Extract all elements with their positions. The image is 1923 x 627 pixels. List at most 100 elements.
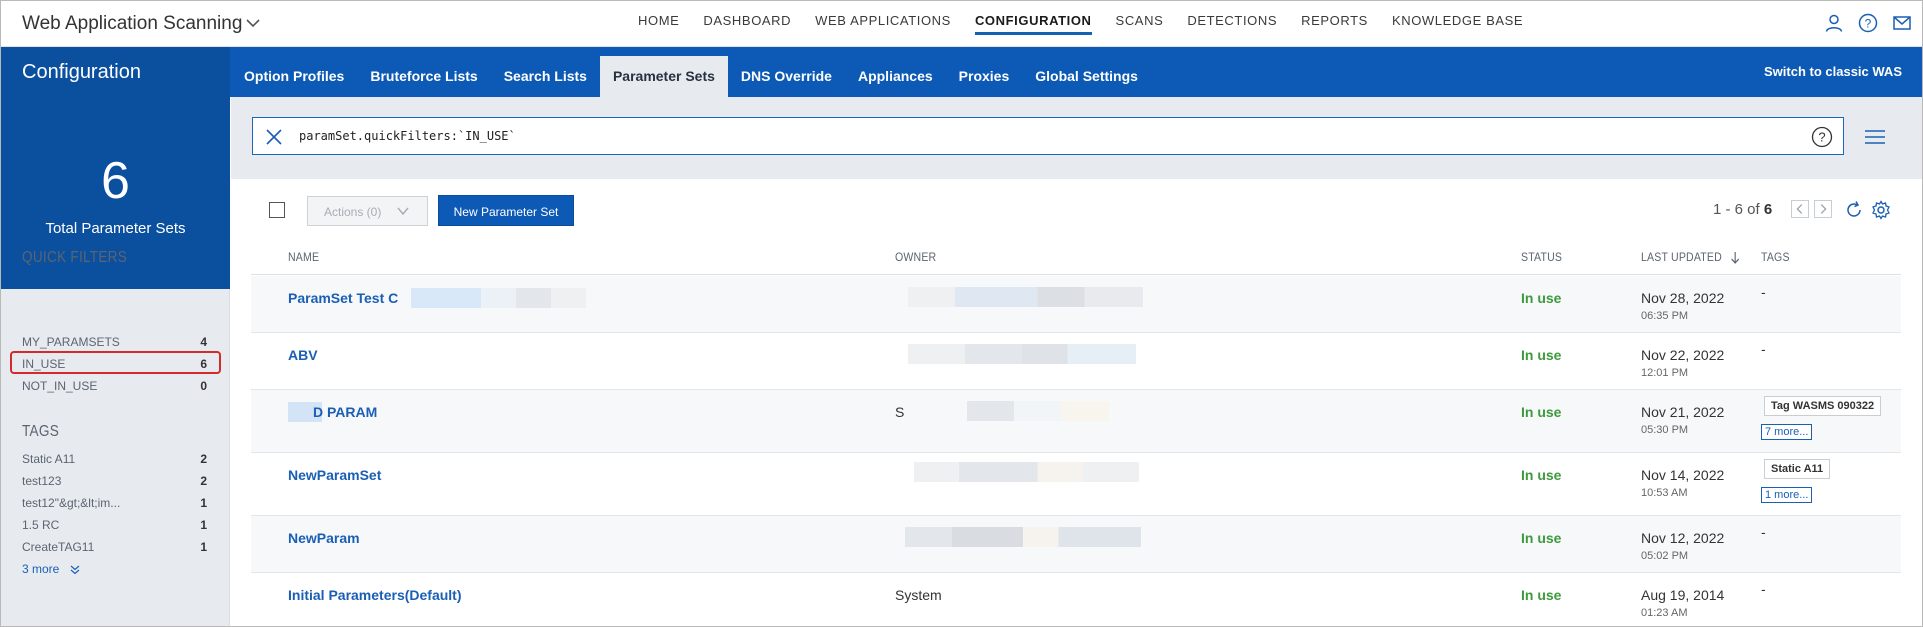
last-updated-time: 12:01 PM <box>1641 367 1689 379</box>
tab-proxies[interactable]: Proxies <box>946 56 1023 97</box>
filter-count: 0 <box>200 379 207 393</box>
tab-search-lists[interactable]: Search Lists <box>491 56 600 97</box>
tab-option-profiles[interactable]: Option Profiles <box>231 56 357 97</box>
nav-home[interactable]: HOME <box>626 1 691 47</box>
column-status[interactable]: STATUS <box>1521 250 1562 264</box>
table-row[interactable]: ParamSet Test C In use Nov 28, 2022 06:3… <box>251 276 1901 333</box>
section-title-area: Configuration <box>1 47 230 97</box>
status-label: In use <box>1521 530 1562 546</box>
selected-filter-highlight <box>10 351 221 374</box>
tag-label: Static A11 <box>22 452 76 466</box>
quick-filters-title: QUICK FILTERS <box>22 249 128 266</box>
nav-scans[interactable]: SCANS <box>1104 1 1176 47</box>
param-set-name-link[interactable]: Initial Parameters(Default) <box>288 587 462 603</box>
svg-text:?: ? <box>1818 130 1825 145</box>
new-parameter-set-button[interactable]: New Parameter Set <box>438 195 574 226</box>
column-tags[interactable]: TAGS <box>1761 250 1790 264</box>
redacted-owner <box>914 462 1139 482</box>
redacted-text <box>411 288 586 308</box>
last-updated-date: Nov 12, 2022 <box>1641 530 1725 546</box>
tab-parameter-sets[interactable]: Parameter Sets <box>599 56 728 97</box>
table-row[interactable]: Initial Parameters(Default) System In us… <box>251 573 1901 626</box>
tab-bruteforce-lists[interactable]: Bruteforce Lists <box>357 56 490 97</box>
nav-configuration[interactable]: CONFIGURATION <box>963 1 1104 47</box>
app-window: Web Application Scanning HOME DASHBOARD … <box>0 0 1923 627</box>
nav-dashboard[interactable]: DASHBOARD <box>691 1 803 47</box>
tab-appliances[interactable]: Appliances <box>845 56 946 97</box>
column-label: LAST UPDATED <box>1641 250 1722 264</box>
pager-total: 6 <box>1763 201 1773 218</box>
settings-gear-icon[interactable] <box>1871 200 1891 220</box>
chevron-down-icon[interactable] <box>245 15 261 31</box>
last-updated-date: Nov 22, 2022 <box>1641 347 1725 363</box>
actions-dropdown[interactable]: Actions (0) <box>307 196 428 226</box>
more-tags-button[interactable]: 1 more... <box>1761 487 1813 503</box>
total-count: 6 <box>101 152 130 210</box>
tag-chip[interactable]: Tag WASMS 090322 <box>1764 396 1882 416</box>
nav-knowledge-base[interactable]: KNOWLEDGE BASE <box>1380 1 1535 47</box>
status-label: In use <box>1521 587 1562 603</box>
more-tags-button[interactable]: 7 more... <box>1761 424 1813 440</box>
tag-filter-item[interactable]: 1.5 RC 1 <box>22 518 207 536</box>
tag-filter-item[interactable]: test123 2 <box>22 474 207 492</box>
owner-name: S <box>895 404 905 420</box>
last-updated-time: 10:53 AM <box>1641 487 1688 499</box>
nav-reports[interactable]: REPORTS <box>1289 1 1380 47</box>
top-bar: Web Application Scanning HOME DASHBOARD … <box>1 1 1922 47</box>
user-icon[interactable] <box>1824 13 1844 33</box>
section-title: Configuration <box>22 61 141 83</box>
param-set-name-link[interactable]: ABV <box>288 347 318 363</box>
tag-chip[interactable]: Static A11 <box>1764 459 1831 479</box>
prev-page-icon[interactable] <box>1791 200 1809 218</box>
tag-filter-item[interactable]: CreateTAG11 1 <box>22 540 207 558</box>
param-set-name-link[interactable]: ParamSet Test C <box>288 290 398 306</box>
last-updated-time: 05:30 PM <box>1641 424 1689 436</box>
pager-prefix: 1 - 6 of <box>1713 201 1760 218</box>
tags-empty: - <box>1761 284 1766 300</box>
table-row[interactable]: ABV In use Nov 22, 2022 12:01 PM - <box>251 333 1901 390</box>
hamburger-menu-icon[interactable] <box>1864 128 1886 146</box>
redacted-owner <box>908 287 1143 307</box>
nav-detections[interactable]: DETECTIONS <box>1175 1 1289 47</box>
next-page-icon[interactable] <box>1814 200 1832 218</box>
tag-filter-item[interactable]: test12"&gt;&lt;im... 1 <box>22 496 207 514</box>
tag-count: 1 <box>200 540 207 554</box>
param-set-name-link[interactable]: NewParam <box>288 530 360 546</box>
tab-dns-override[interactable]: DNS Override <box>728 56 845 97</box>
last-updated-time: 01:23 AM <box>1641 607 1688 619</box>
column-owner[interactable]: OWNER <box>895 250 936 264</box>
sub-tabs: Option Profiles Bruteforce Lists Search … <box>231 56 1151 97</box>
switch-classic-link[interactable]: Switch to classic WAS <box>1764 64 1902 79</box>
select-all-checkbox[interactable] <box>269 202 285 218</box>
tags-more-link[interactable]: 3 more <box>22 562 81 576</box>
filter-not-in-use[interactable]: NOT_IN_USE 0 <box>22 379 207 397</box>
help-icon[interactable]: ? <box>1858 13 1878 33</box>
section-header: Configuration Option Profiles Bruteforce… <box>1 47 1922 97</box>
pagination-info: 1 - 6 of 6 <box>1713 201 1772 218</box>
mail-icon[interactable] <box>1892 13 1912 33</box>
top-icons: ? <box>1824 13 1912 33</box>
param-set-name-link[interactable]: D PARAM <box>313 404 377 420</box>
status-label: In use <box>1521 404 1562 420</box>
column-name[interactable]: NAME <box>288 250 319 264</box>
sort-down-arrow-icon <box>1730 251 1739 264</box>
table-row[interactable]: D PARAM S In use Nov 21, 2022 05:30 PM T… <box>251 390 1901 453</box>
last-updated-date: Nov 28, 2022 <box>1641 290 1725 306</box>
search-input[interactable]: paramSet.quickFilters:`IN_USE` ? <box>252 117 1844 155</box>
redacted-owner <box>908 344 1136 364</box>
last-updated-time: 06:35 PM <box>1641 310 1689 322</box>
top-nav: HOME DASHBOARD WEB APPLICATIONS CONFIGUR… <box>626 1 1535 47</box>
status-label: In use <box>1521 347 1562 363</box>
tag-filter-item[interactable]: Static A11 2 <box>22 452 207 470</box>
search-help-icon[interactable]: ? <box>1811 126 1833 148</box>
param-set-name-link[interactable]: NewParamSet <box>288 467 381 483</box>
column-last-updated[interactable]: LAST UPDATED <box>1641 250 1739 265</box>
table-row[interactable]: NewParamSet In use Nov 14, 2022 10:53 AM… <box>251 453 1901 516</box>
table-row[interactable]: NewParam In use Nov 12, 2022 05:02 PM - <box>251 516 1901 573</box>
tag-count: 1 <box>200 496 207 510</box>
nav-web-applications[interactable]: WEB APPLICATIONS <box>803 1 963 47</box>
tab-global-settings[interactable]: Global Settings <box>1022 56 1151 97</box>
clear-search-icon[interactable] <box>265 128 283 146</box>
refresh-icon[interactable] <box>1844 200 1864 220</box>
more-label: 3 more <box>22 562 60 576</box>
